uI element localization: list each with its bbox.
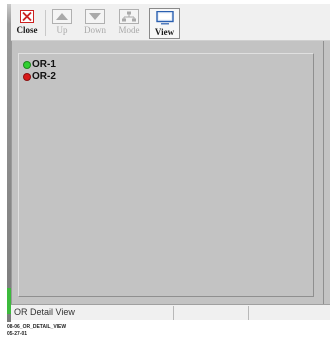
or-label: OR-1 bbox=[32, 59, 56, 70]
up-label: Up bbox=[56, 25, 68, 35]
mode-tree-icon bbox=[119, 8, 139, 24]
or-label: OR-2 bbox=[32, 71, 56, 82]
status-secondary bbox=[174, 306, 249, 320]
caption-date: 05-27-01 bbox=[7, 331, 28, 337]
close-x-icon bbox=[17, 8, 37, 24]
or-list-frame: OR-1 OR-2 bbox=[18, 53, 314, 297]
view-button[interactable]: View bbox=[149, 8, 180, 39]
view-label: View bbox=[154, 27, 175, 37]
or-detail-window: Close Up Down Mode View OR-1 OR-2 OR Det… bbox=[0, 0, 333, 342]
mode-label: Mode bbox=[118, 25, 140, 35]
caption-id: 08-06_OR_DETAIL_VIEW bbox=[7, 324, 67, 330]
list-item-or-2[interactable]: OR-2 bbox=[23, 71, 56, 82]
monitor-view-icon bbox=[155, 10, 175, 26]
figure-caption: 08-06_OR_DETAIL_VIEW 05-27-01 bbox=[7, 324, 66, 338]
up-button[interactable]: Up bbox=[50, 8, 74, 39]
mode-button[interactable]: Mode bbox=[114, 8, 144, 39]
down-button[interactable]: Down bbox=[81, 8, 109, 39]
down-label: Down bbox=[84, 25, 106, 35]
close-button[interactable]: Close bbox=[12, 8, 42, 39]
or-list-panel: OR-1 OR-2 bbox=[11, 41, 330, 304]
status-text: OR Detail View bbox=[11, 306, 174, 320]
status-red-dot-icon bbox=[23, 72, 31, 81]
status-bar: OR Detail View bbox=[11, 304, 330, 320]
status-green-dot-icon bbox=[23, 60, 31, 69]
arrow-up-icon bbox=[52, 8, 72, 24]
panel-divider bbox=[323, 41, 324, 304]
close-label: Close bbox=[16, 25, 38, 35]
toolbar: Close Up Down Mode View bbox=[11, 4, 330, 41]
arrow-down-icon bbox=[85, 8, 105, 24]
toolbar-separator bbox=[45, 10, 46, 36]
list-item-or-1[interactable]: OR-1 bbox=[23, 59, 56, 70]
